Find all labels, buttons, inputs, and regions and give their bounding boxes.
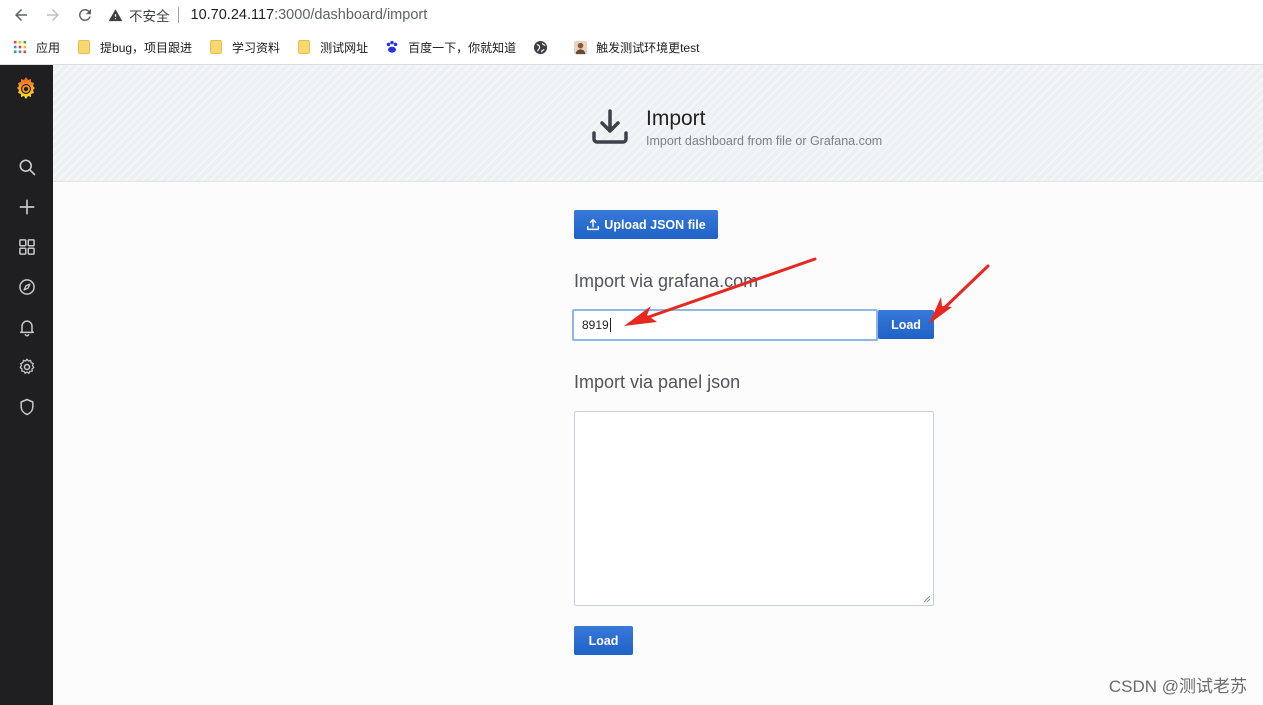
resize-grip-icon[interactable]	[923, 595, 931, 603]
explore-compass-icon[interactable]	[16, 276, 38, 298]
page-subtitle: Import dashboard from file or Grafana.co…	[646, 134, 883, 148]
forward-icon[interactable]	[42, 4, 64, 26]
bookmark-globe[interactable]	[532, 39, 556, 55]
grafana-com-section-title: Import via grafana.com	[574, 271, 759, 291]
warning-triangle-icon	[108, 8, 123, 21]
dashboards-icon[interactable]	[16, 236, 38, 258]
baidu-paw-icon	[384, 39, 400, 55]
folder-icon	[296, 39, 312, 55]
bookmark-folder-test-urls[interactable]: 测试网址	[296, 39, 368, 56]
search-icon[interactable]	[16, 156, 38, 178]
bookmark-apps[interactable]: 应用	[12, 39, 60, 56]
bookmark-trigger-test[interactable]: 触发测试环境更test	[572, 39, 699, 56]
server-admin-shield-icon[interactable]	[16, 396, 38, 418]
grafana-com-id-input[interactable]: 8919	[572, 309, 878, 341]
avatar-icon	[572, 39, 588, 55]
import-form: Upload JSON file Import via grafana.com …	[53, 183, 1263, 705]
url-host: 10.70.24.117	[190, 7, 275, 23]
url-path: :3000/dashboard/import	[274, 7, 428, 23]
import-download-icon	[592, 109, 628, 144]
address-divider	[177, 7, 179, 23]
not-secure-indicator[interactable]: 不安全	[108, 5, 170, 25]
bookmark-label: 提bug，项目跟进	[100, 40, 193, 55]
globe-icon	[532, 39, 548, 55]
back-icon[interactable]	[10, 4, 32, 26]
bookmarks-bar: 应用 提bug，项目跟进 学习资料 测试网址 百度一下，你就知道 触发测试环境更…	[0, 32, 1263, 62]
bookmark-label: 百度一下，你就知道	[408, 40, 517, 55]
bookmark-baidu[interactable]: 百度一下，你就知道	[384, 39, 516, 56]
security-label: 不安全	[129, 9, 170, 24]
upload-json-button[interactable]: Upload JSON file	[574, 210, 718, 239]
alerting-bell-icon[interactable]	[16, 316, 38, 338]
panel-json-section-title: Import via panel json	[574, 372, 741, 392]
grafana-com-load-button[interactable]: Load	[878, 310, 934, 339]
plus-icon[interactable]	[16, 196, 38, 218]
page-header: Import Import dashboard from file or Gra…	[53, 65, 1263, 182]
grafana-com-id-value: 8919	[582, 318, 609, 332]
upload-icon	[587, 218, 600, 230]
grafana-logo-icon[interactable]	[12, 74, 40, 102]
watermark: CSDN @测试老苏	[1108, 677, 1247, 696]
folder-icon	[76, 39, 92, 55]
apps-grid-icon	[12, 39, 28, 55]
bookmark-folder-study[interactable]: 学习资料	[208, 39, 280, 56]
bookmark-label: 触发测试环境更test	[596, 40, 700, 55]
text-caret	[609, 318, 611, 332]
bookmark-label: 应用	[36, 40, 61, 55]
upload-json-label: Upload JSON file	[604, 217, 706, 232]
panel-json-textarea[interactable]	[574, 411, 934, 606]
browser-toolbar: 不安全 10.70.24.117:3000/dashboard/import	[0, 0, 1263, 30]
bookmark-folder-bug[interactable]: 提bug，项目跟进	[76, 39, 192, 56]
grafana-sidebar	[0, 65, 53, 705]
bookmark-label: 测试网址	[320, 40, 369, 55]
page-title: Import	[646, 107, 706, 130]
address-bar[interactable]: 不安全 10.70.24.117:3000/dashboard/import	[108, 2, 427, 28]
configuration-gear-icon[interactable]	[16, 356, 38, 378]
folder-icon	[208, 39, 224, 55]
reload-icon[interactable]	[74, 4, 96, 26]
bookmark-label: 学习资料	[232, 40, 281, 55]
panel-json-load-button[interactable]: Load	[574, 626, 633, 655]
